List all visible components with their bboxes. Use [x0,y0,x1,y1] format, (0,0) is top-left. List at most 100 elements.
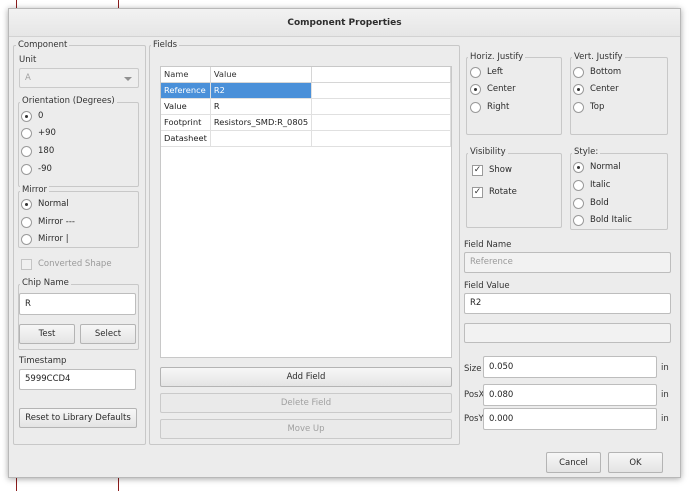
field-value-cell[interactable]: R2 [210,82,313,99]
radio-selected-icon [21,198,32,210]
unit-select-value: A [25,73,31,83]
fields-group-title: Fields [151,40,180,51]
field-value-cell[interactable]: R [210,98,313,115]
field-name-input[interactable]: Reference [464,252,671,273]
orientation-label-180: 180 [38,146,55,156]
size-input[interactable]: 0.050 [483,356,657,378]
vert-label-center: Center [590,84,619,94]
mirror-group-title: Mirror [20,185,50,196]
horiz-justify-title: Horiz. Justify [468,52,526,63]
field-empty-cell [311,98,451,115]
column-header-value[interactable]: Value [210,67,313,83]
show-label: Show [489,165,512,175]
add-field-button[interactable]: Add Field [160,367,452,387]
style-label-italic: Italic [590,180,611,190]
radio-icon [470,101,481,113]
show-checkbox[interactable]: ✓ Show [472,163,512,177]
test-button[interactable]: Test [19,324,75,344]
field-value-cell[interactable] [210,130,313,147]
field-empty-cell [311,82,451,99]
orientation-radio-180[interactable]: 180 [21,144,54,158]
blank-input[interactable] [464,323,671,343]
component-properties-dialog: Component Properties Component Unit A Or… [8,8,681,478]
checkmark-icon: ✓ [472,164,483,176]
radio-icon [21,216,32,228]
vert-justify-title: Vert. Justify [572,52,625,63]
converted-shape-checkbox[interactable]: Converted Shape [21,257,112,271]
select-button[interactable]: Select [80,324,136,344]
chevron-down-icon [124,77,132,81]
radio-icon [573,101,584,113]
radio-selected-icon [573,161,584,173]
orientation-group-title: Orientation (Degrees) [20,96,117,107]
reset-library-defaults-button[interactable]: Reset to Library Defaults [19,408,137,428]
rotate-checkbox[interactable]: ✓ Rotate [472,185,517,199]
checkbox-icon [21,258,32,270]
fields-grid: Name Value Reference R2 Value R Footprin… [160,66,452,358]
field-value-input[interactable]: R2 [464,293,671,314]
timestamp-label: Timestamp [19,356,67,366]
ok-button[interactable]: OK [608,452,663,473]
style-radio-italic[interactable]: Italic [573,178,610,192]
field-name-cell[interactable]: Datasheet [161,130,211,147]
vert-radio-center[interactable]: Center [573,82,619,96]
checkmark-icon: ✓ [472,186,483,198]
style-title: Style: [572,147,601,158]
radio-icon [21,127,32,139]
posx-label: PosX [464,390,485,400]
radio-icon [573,214,584,226]
visibility-title: Visibility [468,147,508,158]
horiz-radio-left[interactable]: Left [470,65,503,79]
table-row[interactable]: Footprint Resistors_SMD:R_0805 [161,114,451,131]
orientation-radio-neg90[interactable]: -90 [21,162,52,176]
posy-unit: in [661,414,669,424]
radio-icon [21,145,32,157]
radio-icon [470,66,481,78]
posy-input[interactable]: 0.000 [483,408,657,430]
column-header-name[interactable]: Name [161,67,211,83]
posy-label: PosY [464,414,484,424]
dialog-title: Component Properties [9,9,680,37]
mirror-radio-normal[interactable]: Normal [21,197,69,211]
radio-selected-icon [470,83,481,95]
fields-table: Name Value Reference R2 Value R Footprin… [161,67,451,147]
horiz-radio-right[interactable]: Right [470,100,509,114]
radio-icon [21,233,32,245]
field-name-cell[interactable]: Footprint [161,114,211,131]
size-label: Size [464,364,482,374]
vert-radio-bottom[interactable]: Bottom [573,65,621,79]
timestamp-input[interactable]: 5999CCD4 [19,369,136,390]
delete-field-button[interactable]: Delete Field [160,393,452,413]
radio-icon [21,163,32,175]
table-row[interactable]: Reference R2 [161,82,451,99]
vert-radio-top[interactable]: Top [573,100,604,114]
mirror-label-vertical: Mirror | [38,234,69,244]
mirror-radio-vertical[interactable]: Mirror | [21,232,69,246]
field-value-cell[interactable]: Resistors_SMD:R_0805 [210,114,313,131]
style-label-bold: Bold [590,198,609,208]
style-radio-normal[interactable]: Normal [573,160,621,174]
vert-label-top: Top [590,102,605,112]
field-name-cell[interactable]: Value [161,98,211,115]
horiz-radio-center[interactable]: Center [470,82,516,96]
mirror-label-horizontal: Mirror --- [38,217,75,227]
vert-label-bottom: Bottom [590,67,622,77]
radio-icon [573,66,584,78]
field-value-label: Field Value [464,281,510,291]
mirror-radio-horizontal[interactable]: Mirror --- [21,215,75,229]
orientation-label-90: +90 [38,128,56,138]
field-name-cell[interactable]: Reference [161,82,211,99]
cancel-button[interactable]: Cancel [546,452,601,473]
column-header-empty [311,67,451,83]
table-row[interactable]: Value R [161,98,451,115]
move-up-button[interactable]: Move Up [160,419,452,439]
chip-name-input[interactable]: R [19,293,136,315]
orientation-radio-0[interactable]: 0 [21,109,43,123]
table-row[interactable]: Datasheet [161,130,451,147]
style-radio-bold-italic[interactable]: Bold Italic [573,213,632,227]
style-radio-bold[interactable]: Bold [573,196,609,210]
unit-select: A [19,68,139,88]
horiz-label-right: Right [487,102,510,112]
orientation-radio-90[interactable]: +90 [21,126,56,140]
posx-input[interactable]: 0.080 [483,384,657,406]
